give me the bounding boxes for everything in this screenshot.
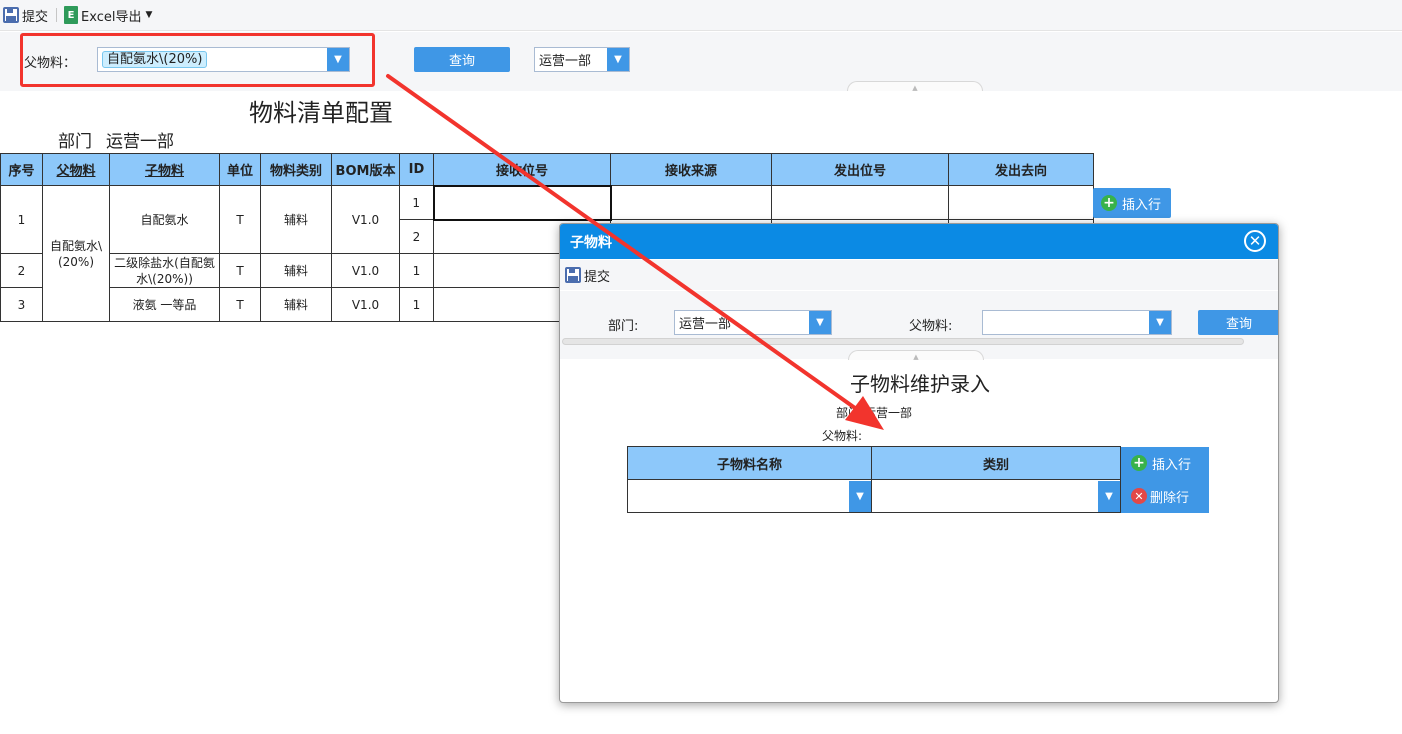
id-cell: 1 (399, 253, 434, 288)
chevron-up-icon: ▲ (912, 84, 918, 92)
close-icon[interactable]: ✕ (1244, 230, 1266, 252)
column-header: 发出去向 (948, 153, 1094, 186)
receive-position-input[interactable] (432, 184, 612, 221)
excel-export-button[interactable]: E Excel导出 ▼ (64, 4, 152, 26)
dialog-delete-row-button[interactable]: ✕ 删除行 (1121, 479, 1209, 513)
dialog-header: 子物料 ✕ (560, 224, 1278, 259)
child-material-table: 子物料名称 类别 + 插入行 ▼ ▼ ✕ 删除行 (627, 446, 1210, 513)
table-header-row: 子物料名称 类别 + 插入行 (627, 446, 1210, 480)
form-title: 子物料维护录入 (850, 372, 990, 396)
child-material-cell: 自配氨水 (109, 185, 220, 254)
chevron-up-icon: ▲ (913, 353, 919, 361)
form-department: 部门:运营一部 (836, 406, 913, 420)
plus-circle-icon: + (1131, 455, 1147, 471)
category-cell: 辅料 (260, 185, 332, 254)
table-row: ▼ ▼ ✕ 删除行 (627, 479, 1210, 513)
parent-material-cell: 自配氨水\(20%) (42, 185, 110, 322)
delete-row-label: 删除行 (1150, 490, 1190, 506)
dialog-department-value: 运营一部 (679, 317, 732, 332)
dialog-parent-label: 父物料: (909, 319, 953, 334)
send-destination-input[interactable] (948, 185, 1094, 220)
submit-button[interactable]: 提交 (0, 4, 48, 26)
collapse-toggle[interactable]: ▲ (847, 81, 983, 92)
column-header[interactable]: 子物料 (109, 153, 220, 186)
child-material-dialog: 子物料 ✕ 提交 部门: 运营一部 ▼ 父物料: ▼ 查询 ▲ 子物料维护录入 … (559, 223, 1279, 703)
column-header: 物料类别 (260, 153, 332, 186)
send-position-input[interactable] (771, 185, 949, 220)
main-toolbar: 提交 E Excel导出 ▼ (0, 0, 1402, 31)
id-cell: 1 (399, 287, 434, 322)
save-icon (3, 7, 19, 23)
chevron-down-icon[interactable]: ▼ (809, 311, 831, 334)
receive-source-input[interactable] (610, 185, 772, 220)
column-header[interactable]: 父物料 (42, 153, 110, 186)
column-header: 类别 (871, 446, 1121, 480)
department-line: 部门 运营一部 (58, 127, 174, 152)
bom-version-cell: V1.0 (331, 253, 400, 288)
unit-cell: T (219, 287, 261, 322)
child-material-name-select[interactable]: ▼ (628, 480, 871, 512)
page-title: 物料清单配置 (249, 99, 393, 127)
dialog-search-button[interactable]: 查询 (1198, 310, 1278, 335)
child-material-cell: 液氨 一等品 (109, 287, 220, 322)
table-header-row: 序号 父物料 子物料 单位 物料类别 BOM版本 ID 接收位号 接收来源 发出… (0, 153, 1094, 186)
bom-version-cell: V1.0 (331, 287, 400, 322)
dialog-department-select[interactable]: 运营一部 ▼ (674, 310, 832, 335)
column-header: 子物料名称 (627, 446, 872, 480)
insert-row-label: 插入行 (1152, 457, 1192, 473)
column-header: 接收位号 (433, 153, 611, 186)
plus-circle-icon: + (1101, 195, 1117, 211)
id-cell: 1 (399, 185, 434, 220)
department-label: 部门 (58, 132, 92, 152)
dialog-title: 子物料 (570, 234, 612, 251)
search-button[interactable]: 查询 (414, 47, 510, 72)
seq-cell: 1 (0, 185, 43, 254)
dialog-submit-label: 提交 (584, 269, 611, 285)
category-select[interactable]: ▼ (872, 480, 1120, 512)
category-cell: 辅料 (260, 253, 332, 288)
department-select[interactable]: 运营一部 ▼ (534, 47, 630, 72)
dialog-query-bar: 部门: 运营一部 ▼ 父物料: ▼ 查询 ▲ (560, 291, 1278, 361)
chevron-down-icon: ▼ (145, 10, 153, 20)
chevron-down-icon[interactable]: ▼ (1149, 311, 1171, 334)
id-cell: 2 (399, 219, 434, 254)
department-value: 运营一部 (106, 132, 174, 152)
insert-row-button[interactable]: + 插入行 (1093, 188, 1172, 218)
chevron-down-icon[interactable]: ▼ (607, 48, 629, 71)
dialog-parent-select[interactable]: ▼ (982, 310, 1172, 335)
category-cell: 辅料 (260, 287, 332, 322)
seq-cell: 2 (0, 253, 43, 288)
horizontal-scrollbar[interactable] (562, 338, 1244, 345)
dialog-submit-button[interactable]: 提交 (562, 264, 610, 286)
unit-cell: T (219, 185, 261, 254)
column-header: ID (399, 153, 434, 186)
dialog-department-label: 部门: (608, 319, 639, 334)
column-header: 接收来源 (610, 153, 772, 186)
column-header: BOM版本 (331, 153, 400, 186)
annotation-highlight-box (20, 33, 375, 87)
delete-circle-icon: ✕ (1131, 488, 1147, 504)
dialog-insert-row-button[interactable]: + 插入行 (1121, 446, 1209, 480)
dialog-toolbar: 提交 (560, 260, 1278, 290)
excel-icon: E (64, 6, 79, 24)
toolbar-divider (56, 8, 58, 22)
table-row: 1 自配氨水\(20%) 自配氨水 T 辅料 V1.0 1 (0, 184, 1094, 322)
excel-export-label: Excel导出 (81, 9, 142, 25)
save-icon (565, 267, 581, 283)
unit-cell: T (219, 253, 261, 288)
insert-row-label: 插入行 (1122, 197, 1162, 213)
form-parent: 父物料: (822, 429, 863, 443)
department-value: 运营一部 (539, 54, 592, 69)
dialog-collapse-toggle[interactable]: ▲ (848, 350, 984, 361)
bom-version-cell: V1.0 (331, 185, 400, 254)
submit-label: 提交 (22, 9, 49, 25)
column-header: 序号 (0, 153, 43, 186)
chevron-down-icon[interactable]: ▼ (1098, 480, 1120, 512)
column-header: 发出位号 (771, 153, 949, 186)
column-header: 单位 (219, 153, 261, 186)
chevron-down-icon[interactable]: ▼ (849, 480, 871, 512)
child-material-cell: 二级除盐水(自配氨水\(20%)) (109, 253, 220, 288)
seq-cell: 3 (0, 287, 43, 322)
